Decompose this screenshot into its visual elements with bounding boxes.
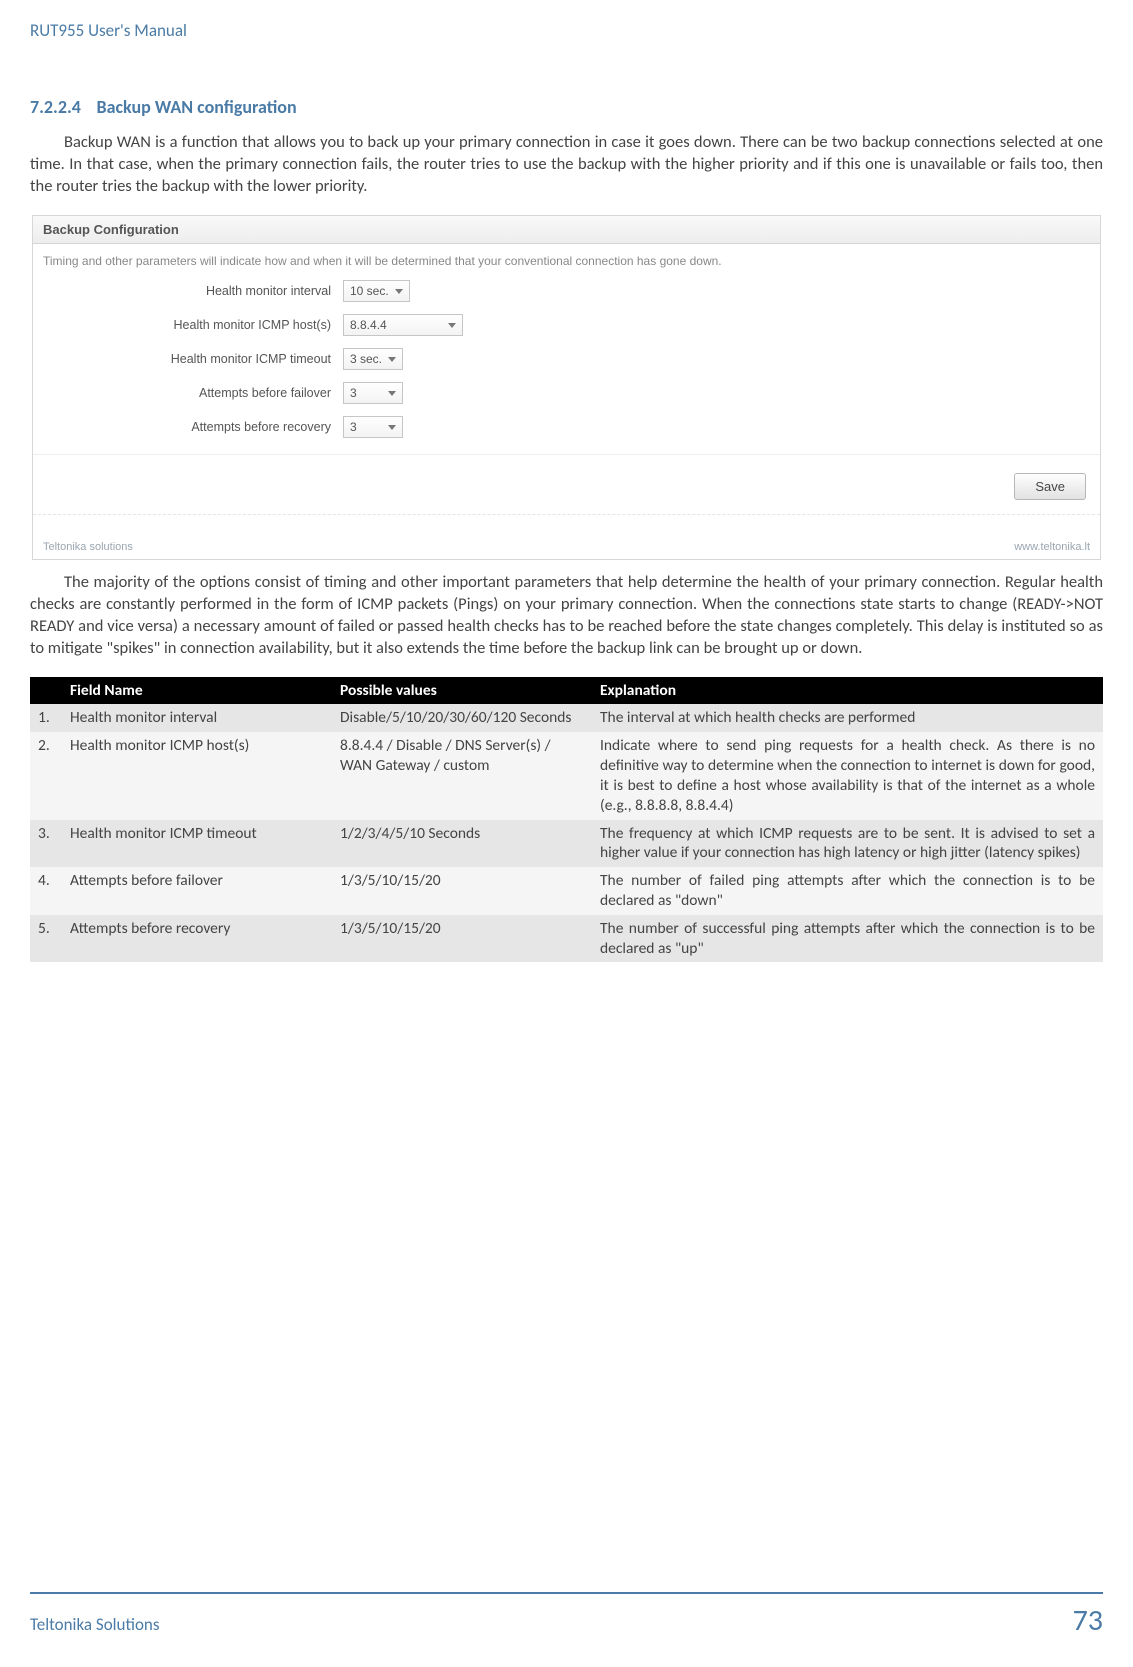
select-failover[interactable]: 3 (343, 382, 403, 404)
cell-expl: The frequency at which ICMP requests are… (592, 820, 1103, 868)
table-row: 1. Health monitor interval Disable/5/10/… (30, 704, 1103, 732)
chevron-down-icon (388, 391, 396, 396)
form-row-failover: Attempts before failover 3 (33, 376, 1100, 410)
cell-expl: The interval at which health checks are … (592, 704, 1103, 732)
select-icmp-host-value: 8.8.4.4 (350, 318, 387, 332)
label-recovery: Attempts before recovery (33, 420, 343, 434)
footer-left: Teltonika solutions (43, 541, 133, 553)
cell-vals: 8.8.4.4 / Disable / DNS Server(s) / WAN … (332, 732, 592, 819)
label-failover: Attempts before failover (33, 386, 343, 400)
cell-field: Attempts before failover (62, 867, 332, 915)
cell-field: Health monitor ICMP host(s) (62, 732, 332, 819)
cell-field: Attempts before recovery (62, 915, 332, 963)
form-row-recovery: Attempts before recovery 3 (33, 410, 1100, 444)
screenshot-footer: Teltonika solutions www.teltonika.lt (33, 514, 1100, 559)
intro-paragraph: Backup WAN is a function that allows you… (30, 132, 1103, 197)
cell-num: 5. (30, 915, 62, 963)
fields-table: Field Name Possible values Explanation 1… (30, 677, 1103, 962)
table-row: 3. Health monitor ICMP timeout 1/2/3/4/5… (30, 820, 1103, 868)
th-expl: Explanation (592, 677, 1103, 704)
select-recovery[interactable]: 3 (343, 416, 403, 438)
panel-title: Backup Configuration (33, 216, 1100, 244)
cell-vals: 1/3/5/10/15/20 (332, 915, 592, 963)
section-number: 7.2.2.4 (30, 96, 81, 118)
select-failover-value: 3 (350, 386, 357, 400)
intro-paragraph-text: Backup WAN is a function that allows you… (30, 132, 1103, 196)
cell-vals: 1/2/3/4/5/10 Seconds (332, 820, 592, 868)
cell-num: 2. (30, 732, 62, 819)
doc-header: RUT955 User's Manual (30, 20, 1103, 41)
cell-num: 4. (30, 867, 62, 915)
footer-right: www.teltonika.lt (1014, 541, 1090, 553)
form-row-icmp-timeout: Health monitor ICMP timeout 3 sec. (33, 342, 1100, 376)
save-row: Save (33, 454, 1100, 514)
cell-field: Health monitor ICMP timeout (62, 820, 332, 868)
th-vals: Possible values (332, 677, 592, 704)
cell-vals: Disable/5/10/20/30/60/120 Seconds (332, 704, 592, 732)
cell-expl: The number of failed ping attempts after… (592, 867, 1103, 915)
section-heading: 7.2.2.4 Backup WAN configuration (30, 96, 1103, 118)
cell-vals: 1/3/5/10/15/20 (332, 867, 592, 915)
select-icmp-timeout[interactable]: 3 sec. (343, 348, 403, 370)
cell-field: Health monitor interval (62, 704, 332, 732)
page-footer: Teltonika Solutions 73 (30, 1592, 1103, 1639)
th-field: Field Name (62, 677, 332, 704)
chevron-down-icon (395, 289, 403, 294)
form-row-icmp-host: Health monitor ICMP host(s) 8.8.4.4 (33, 308, 1100, 342)
table-row: 2. Health monitor ICMP host(s) 8.8.4.4 /… (30, 732, 1103, 819)
page-number: 73 (1073, 1602, 1103, 1639)
select-recovery-value: 3 (350, 420, 357, 434)
table-row: 5. Attempts before recovery 1/3/5/10/15/… (30, 915, 1103, 963)
explain-paragraph: The majority of the options consist of t… (30, 572, 1103, 659)
label-interval: Health monitor interval (33, 284, 343, 298)
form-row-interval: Health monitor interval 10 sec. (33, 274, 1100, 308)
explain-paragraph-text: The majority of the options consist of t… (30, 572, 1103, 657)
label-icmp-timeout: Health monitor ICMP timeout (33, 352, 343, 366)
section-title: Backup WAN configuration (97, 96, 297, 118)
cell-expl: The number of successful ping attempts a… (592, 915, 1103, 963)
th-num (30, 677, 62, 704)
cell-num: 1. (30, 704, 62, 732)
chevron-down-icon (388, 357, 396, 362)
label-icmp-host: Health monitor ICMP host(s) (33, 318, 343, 332)
chevron-down-icon (388, 425, 396, 430)
select-icmp-host[interactable]: 8.8.4.4 (343, 314, 463, 336)
panel-hint: Timing and other parameters will indicat… (33, 244, 1100, 274)
backup-config-screenshot: Backup Configuration Timing and other pa… (32, 215, 1101, 560)
footer-brand: Teltonika Solutions (30, 1614, 160, 1635)
select-interval[interactable]: 10 sec. (343, 280, 410, 302)
select-interval-value: 10 sec. (350, 284, 389, 298)
chevron-down-icon (448, 323, 456, 328)
save-button[interactable]: Save (1014, 473, 1086, 500)
select-icmp-timeout-value: 3 sec. (350, 352, 382, 366)
table-row: 4. Attempts before failover 1/3/5/10/15/… (30, 867, 1103, 915)
cell-expl: Indicate where to send ping requests for… (592, 732, 1103, 819)
cell-num: 3. (30, 820, 62, 868)
